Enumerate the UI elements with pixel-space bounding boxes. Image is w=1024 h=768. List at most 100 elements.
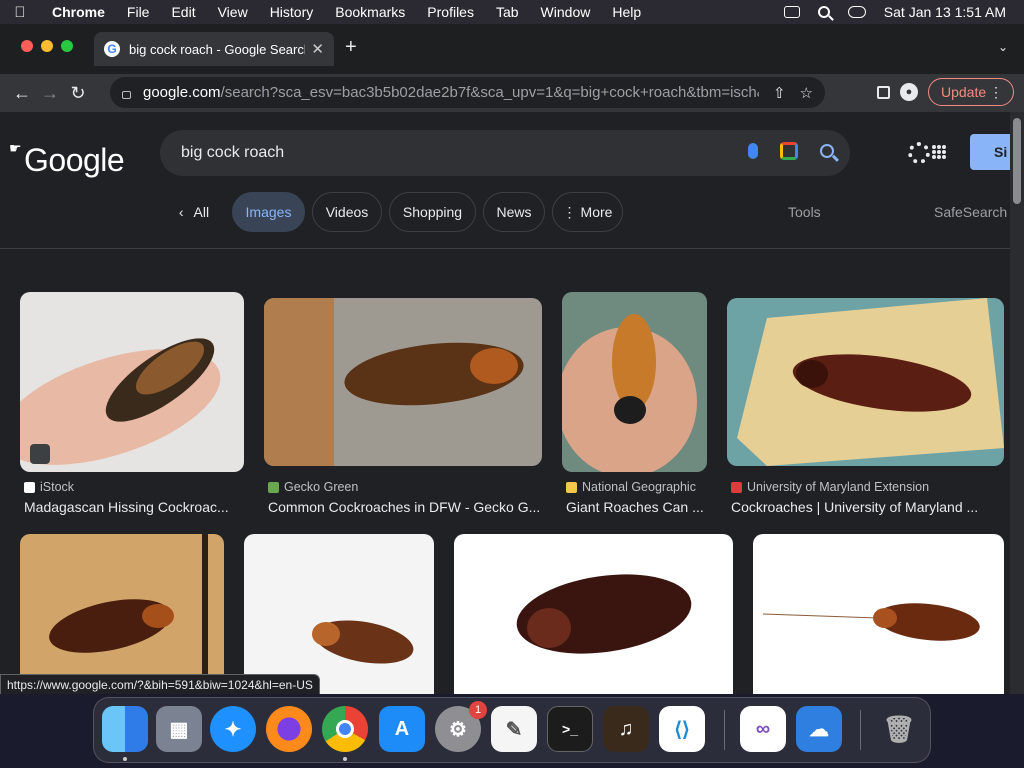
menu-view[interactable]: View xyxy=(207,4,259,20)
result-image-3[interactable] xyxy=(562,292,707,472)
visual-studio-icon[interactable]: ∞ xyxy=(740,706,786,752)
tab-title: big cock roach - Google Search xyxy=(129,41,306,57)
cockroach-on-cracker-image xyxy=(727,298,1004,466)
safesearch-button[interactable]: SafeSearch xyxy=(934,204,1007,220)
cockroach-on-wood-image xyxy=(264,298,542,466)
menu-bookmarks[interactable]: Bookmarks xyxy=(324,4,416,20)
sign-in-button[interactable]: Si xyxy=(970,134,1010,170)
reload-icon[interactable]: ↻ xyxy=(64,83,92,104)
result-2-title[interactable]: Common Cockroaches in DFW - Gecko G... xyxy=(268,499,542,515)
google-favicon-icon: G xyxy=(104,41,120,57)
result-4-meta[interactable]: University of Maryland Extension Cockroa… xyxy=(731,479,1001,515)
chip-shopping[interactable]: Shopping xyxy=(389,192,476,232)
chevron-left-icon: ‹ xyxy=(178,204,184,220)
profile-icon[interactable]: ● xyxy=(900,83,918,101)
search-query[interactable]: big cock roach xyxy=(181,144,284,162)
chip-all[interactable]: ‹ All xyxy=(168,192,220,232)
url-path: /search?sca_esv=bac3b5b02dae2b7f&sca_upv… xyxy=(220,84,759,101)
chip-more[interactable]: ⋮ More xyxy=(552,192,623,232)
menu-app-name[interactable]: Chrome xyxy=(40,4,116,20)
umd-extension-favicon-icon xyxy=(731,481,742,493)
garageband-icon[interactable]: ♫ xyxy=(603,706,649,752)
microphone-icon[interactable] xyxy=(748,143,758,159)
vscode-icon[interactable]: ⟨⟩ xyxy=(659,706,705,752)
firefox-icon[interactable] xyxy=(266,706,312,752)
side-panel-icon[interactable] xyxy=(877,85,890,99)
result-3-title[interactable]: Giant Roaches Can ... xyxy=(566,499,716,515)
bookmark-star-icon[interactable]: ☆ xyxy=(800,84,813,102)
terminal-icon[interactable]: >_ xyxy=(547,706,593,752)
result-4-title[interactable]: Cockroaches | University of Maryland ... xyxy=(731,499,1001,515)
app-store-icon[interactable]: A xyxy=(379,706,425,752)
control-center-icon[interactable] xyxy=(847,6,866,18)
tab-google-search[interactable]: G big cock roach - Google Search ✕ xyxy=(94,32,334,66)
result-1-meta[interactable]: iStock Madagascan Hissing Cockroac... xyxy=(24,479,239,515)
minimize-window-button[interactable] xyxy=(41,40,53,52)
result-image-7[interactable] xyxy=(454,534,733,694)
chip-videos[interactable]: Videos xyxy=(312,192,382,232)
safari-icon[interactable]: ✦ xyxy=(210,706,256,752)
screen-mirroring-icon[interactable] xyxy=(783,6,800,18)
menu-bar-status: Sat Jan 13 1:51 AM xyxy=(783,0,1006,24)
back-arrow-icon[interactable]: ← xyxy=(8,83,36,104)
menu-edit[interactable]: Edit xyxy=(160,4,206,20)
launchpad-icon[interactable]: ▦ xyxy=(156,706,202,752)
result-image-5[interactable] xyxy=(20,534,224,694)
chrome-icon[interactable] xyxy=(322,706,368,752)
spotlight-icon[interactable] xyxy=(817,6,830,18)
result-2-meta[interactable]: Gecko Green Common Cockroaches in DFW - … xyxy=(268,479,542,515)
address-bar[interactable]: google.com/search?sca_esv=bac3b5b02dae2b… xyxy=(110,77,825,108)
textedit-icon[interactable]: ✎ xyxy=(491,706,537,752)
result-image-6[interactable] xyxy=(244,534,434,694)
chip-images[interactable]: Images xyxy=(232,192,305,232)
result-image-4[interactable] xyxy=(727,298,1004,466)
result-1-title[interactable]: Madagascan Hissing Cockroac... xyxy=(24,499,239,515)
google-apps-icon[interactable] xyxy=(932,145,946,159)
apple-icon[interactable]:  xyxy=(0,4,40,21)
menu-history[interactable]: History xyxy=(259,4,325,20)
google-lens-icon[interactable] xyxy=(780,142,798,160)
chip-news[interactable]: News xyxy=(483,192,545,232)
new-tab-icon[interactable]: + xyxy=(345,36,357,59)
national-geographic-favicon-icon xyxy=(566,481,577,493)
finder-icon[interactable] xyxy=(102,706,148,752)
lock-icon[interactable] xyxy=(122,90,131,99)
search-icon[interactable] xyxy=(820,144,834,158)
result-image-2[interactable] xyxy=(264,298,542,466)
system-settings-icon[interactable]: ⚙ 1 xyxy=(435,701,487,752)
address-url[interactable]: google.com/search?sca_esv=bac3b5b02dae2b… xyxy=(143,84,759,101)
zoom-window-button[interactable] xyxy=(61,40,73,52)
tab-strip: G big cock roach - Google Search ✕ + ⌄ xyxy=(0,24,1024,74)
clock[interactable]: Sat Jan 13 1:51 AM xyxy=(884,4,1006,20)
result-image-1[interactable] xyxy=(20,292,244,472)
header-divider xyxy=(0,248,1010,249)
result-image-8[interactable] xyxy=(753,534,1004,694)
update-button[interactable]: Update ⋮ xyxy=(928,78,1014,106)
vertical-scrollbar[interactable] xyxy=(1010,112,1024,694)
weather-icon[interactable]: ☁ xyxy=(796,706,842,752)
scrollbar-thumb[interactable] xyxy=(1013,118,1021,204)
menu-tab[interactable]: Tab xyxy=(485,4,530,20)
dock: ▦ ✦ A ⚙ 1 ✎ >_ ♫ ⟨⟩ ∞ ☁ 🗑 xyxy=(93,697,931,763)
share-icon[interactable]: ⇧ xyxy=(773,84,786,102)
settings-gear-icon[interactable] xyxy=(908,142,930,164)
trash-icon[interactable]: 🗑 xyxy=(876,706,922,752)
image-badge-icon xyxy=(30,444,50,464)
menu-file[interactable]: File xyxy=(116,4,161,20)
tools-button[interactable]: Tools xyxy=(788,204,821,220)
result-4-source-name: University of Maryland Extension xyxy=(747,480,930,494)
close-tab-icon[interactable]: ✕ xyxy=(311,40,324,58)
result-3-meta[interactable]: National Geographic Giant Roaches Can ..… xyxy=(566,479,716,515)
hand-cursor-icon: ☛ xyxy=(9,140,22,156)
close-window-button[interactable] xyxy=(21,40,33,52)
tab-search-chevron-icon[interactable]: ⌄ xyxy=(998,40,1008,54)
update-label: Update xyxy=(941,84,987,100)
menu-window[interactable]: Window xyxy=(530,4,602,20)
forward-arrow-icon[interactable]: → xyxy=(36,83,64,104)
menu-help[interactable]: Help xyxy=(601,4,652,20)
menu-profiles[interactable]: Profiles xyxy=(416,4,485,20)
search-input[interactable]: big cock roach xyxy=(160,130,850,176)
chrome-menu-icon[interactable]: ⋮ xyxy=(989,84,1003,101)
link-status-bubble: https://www.google.com/?&bih=591&biw=102… xyxy=(0,674,320,694)
google-logo[interactable]: Google xyxy=(24,142,125,179)
